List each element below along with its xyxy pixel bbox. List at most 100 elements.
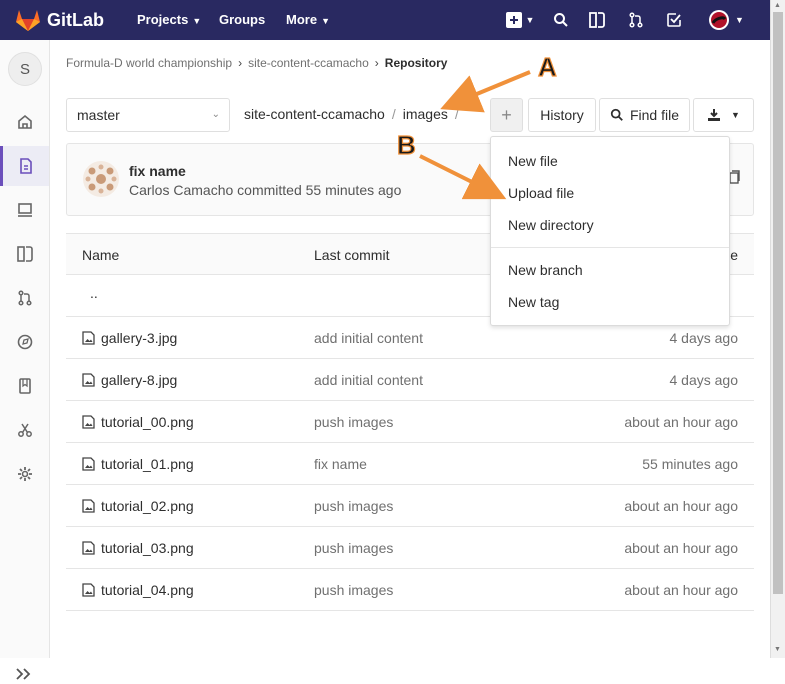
file-name-link[interactable]: tutorial_01.png (101, 456, 194, 472)
sidebar-item-wiki[interactable] (0, 366, 49, 406)
collapse-sidebar-button[interactable] (12, 664, 36, 684)
menu-item-new-tag[interactable]: New tag (508, 294, 559, 310)
sidebar-item-project-overview[interactable] (0, 102, 49, 142)
file-name-link[interactable]: gallery-8.jpg (101, 372, 177, 388)
nav-projects[interactable]: Projects ▼ (137, 12, 201, 27)
sidebar-item-merge-requests[interactable] (0, 278, 49, 318)
file-rows: gallery-3.jpg add initial content 4 days a… (66, 317, 754, 611)
file-name-cell: tutorial_00.png (82, 414, 194, 430)
file-time: about an hour ago (624, 414, 738, 430)
file-commit-link[interactable]: add initial content (314, 330, 423, 346)
merge-request-icon (629, 12, 643, 28)
gitlab-tanuki-icon (16, 10, 40, 31)
file-name-cell: tutorial_02.png (82, 498, 194, 514)
file-commit-link[interactable]: add initial content (314, 372, 423, 388)
chevron-right-icon: › (374, 56, 379, 70)
commit-author-avatar[interactable] (83, 161, 119, 197)
path-separator: / (391, 106, 396, 122)
file-image-icon (82, 541, 95, 555)
file-commit-link[interactable]: push images (314, 540, 393, 556)
file-image-icon (82, 415, 95, 429)
double-chevron-right-icon (16, 668, 31, 680)
file-commit-link[interactable]: push images (314, 414, 393, 430)
breadcrumb-group-link[interactable]: Formula-D world championship (66, 56, 232, 70)
nav-more[interactable]: More ▼ (286, 12, 330, 27)
page-scrollbar[interactable]: ▲ ▼ (770, 0, 785, 658)
file-time: about an hour ago (624, 582, 738, 598)
issues-button[interactable] (587, 10, 607, 30)
copy-icon[interactable] (729, 170, 741, 184)
table-row[interactable]: tutorial_04.png push images about an hour … (66, 569, 754, 611)
gitlab-logo[interactable]: GitLab (15, 8, 104, 32)
search-button[interactable] (551, 10, 571, 30)
rocket-icon (17, 334, 32, 350)
sidebar-item-issues[interactable] (0, 190, 49, 230)
table-row[interactable]: tutorial_03.png push images about an hour … (66, 527, 754, 569)
table-row[interactable]: tutorial_01.png fix name 55 minutes ago (66, 443, 754, 485)
file-name-link[interactable]: gallery-3.jpg (101, 330, 177, 346)
sidebar-item-boards[interactable] (0, 234, 49, 274)
user-avatar-icon (709, 10, 730, 30)
chevron-down-icon: ▼ (192, 16, 202, 26)
download-button[interactable]: ▼ (693, 98, 754, 132)
file-image-icon (82, 583, 95, 597)
file-name-link[interactable]: tutorial_03.png (101, 540, 194, 556)
file-name-cell: tutorial_03.png (82, 540, 194, 556)
nav-groups[interactable]: Groups (219, 12, 265, 27)
merge-request-icon (17, 290, 32, 306)
menu-item-new-directory[interactable]: New directory (508, 217, 594, 233)
merge-requests-button[interactable] (626, 10, 646, 30)
menu-item-new-branch[interactable]: New branch (508, 262, 583, 278)
find-file-label: Find file (629, 107, 680, 123)
commit-title-link[interactable]: fix name (129, 163, 186, 179)
file-commit-link[interactable]: push images (314, 582, 393, 598)
breadcrumb: Formula-D world championship › site-cont… (66, 56, 453, 70)
top-navbar: GitLab Projects ▼ Groups More ▼ ▼ ▼ (0, 0, 785, 40)
find-file-button[interactable]: Find file (599, 98, 690, 132)
project-avatar[interactable]: S (8, 52, 42, 86)
file-name-link[interactable]: tutorial_04.png (101, 582, 194, 598)
file-time: about an hour ago (624, 540, 738, 556)
path-segment-project[interactable]: site-content-ccamacho (244, 106, 385, 122)
file-name-cell: tutorial_01.png (82, 456, 194, 472)
sidebar-item-ci-cd[interactable] (0, 322, 49, 362)
identicon-icon (83, 161, 119, 197)
menu-item-upload-file[interactable]: Upload file (508, 185, 574, 201)
breadcrumb-current[interactable]: Repository (385, 56, 448, 70)
user-menu[interactable]: ▼ (706, 10, 746, 30)
menu-item-new-file[interactable]: New file (508, 153, 558, 169)
column-header-name: Name (82, 247, 120, 263)
branch-select[interactable]: master ⌄ (66, 98, 230, 132)
todos-button[interactable] (664, 10, 684, 30)
table-row[interactable]: tutorial_00.png push images about an hour … (66, 401, 754, 443)
file-name-link[interactable]: tutorial_00.png (101, 414, 194, 430)
file-commit-link[interactable]: fix name (314, 456, 367, 472)
file-commit-link[interactable]: push images (314, 498, 393, 514)
path-segment-images[interactable]: images (403, 106, 448, 122)
issues-icon (17, 203, 32, 217)
table-row[interactable]: tutorial_02.png push images about an hour … (66, 485, 754, 527)
scissors-icon (17, 423, 32, 437)
history-button[interactable]: History (528, 98, 596, 132)
chevron-down-icon: ▼ (525, 15, 535, 25)
sidebar-item-repository[interactable] (0, 146, 49, 186)
sidebar-item-snippets[interactable] (0, 410, 49, 450)
scroll-down-icon[interactable]: ▼ (774, 646, 781, 653)
file-name-link[interactable]: tutorial_02.png (101, 498, 194, 514)
nav-projects-label: Projects (137, 12, 189, 27)
table-row[interactable]: gallery-8.jpg add initial content 4 days a… (66, 359, 754, 401)
sidebar-item-settings[interactable] (0, 454, 49, 494)
branch-select-value: master (77, 107, 120, 123)
todo-check-icon (667, 13, 681, 27)
parent-dir-link[interactable]: .. (90, 285, 98, 301)
add-to-tree-button[interactable]: + (490, 98, 523, 132)
gear-icon (17, 467, 32, 481)
scrollbar-thumb[interactable] (773, 12, 783, 594)
doc-code-icon (20, 158, 32, 174)
new-dropdown[interactable]: ▼ (502, 10, 538, 30)
breadcrumb-project-link[interactable]: site-content-ccamacho (248, 56, 369, 70)
scroll-up-icon[interactable]: ▲ (774, 2, 781, 9)
file-image-icon (82, 373, 95, 387)
chevron-down-icon: ▼ (735, 15, 744, 25)
commit-author-link[interactable]: Carlos Camacho (129, 182, 233, 198)
